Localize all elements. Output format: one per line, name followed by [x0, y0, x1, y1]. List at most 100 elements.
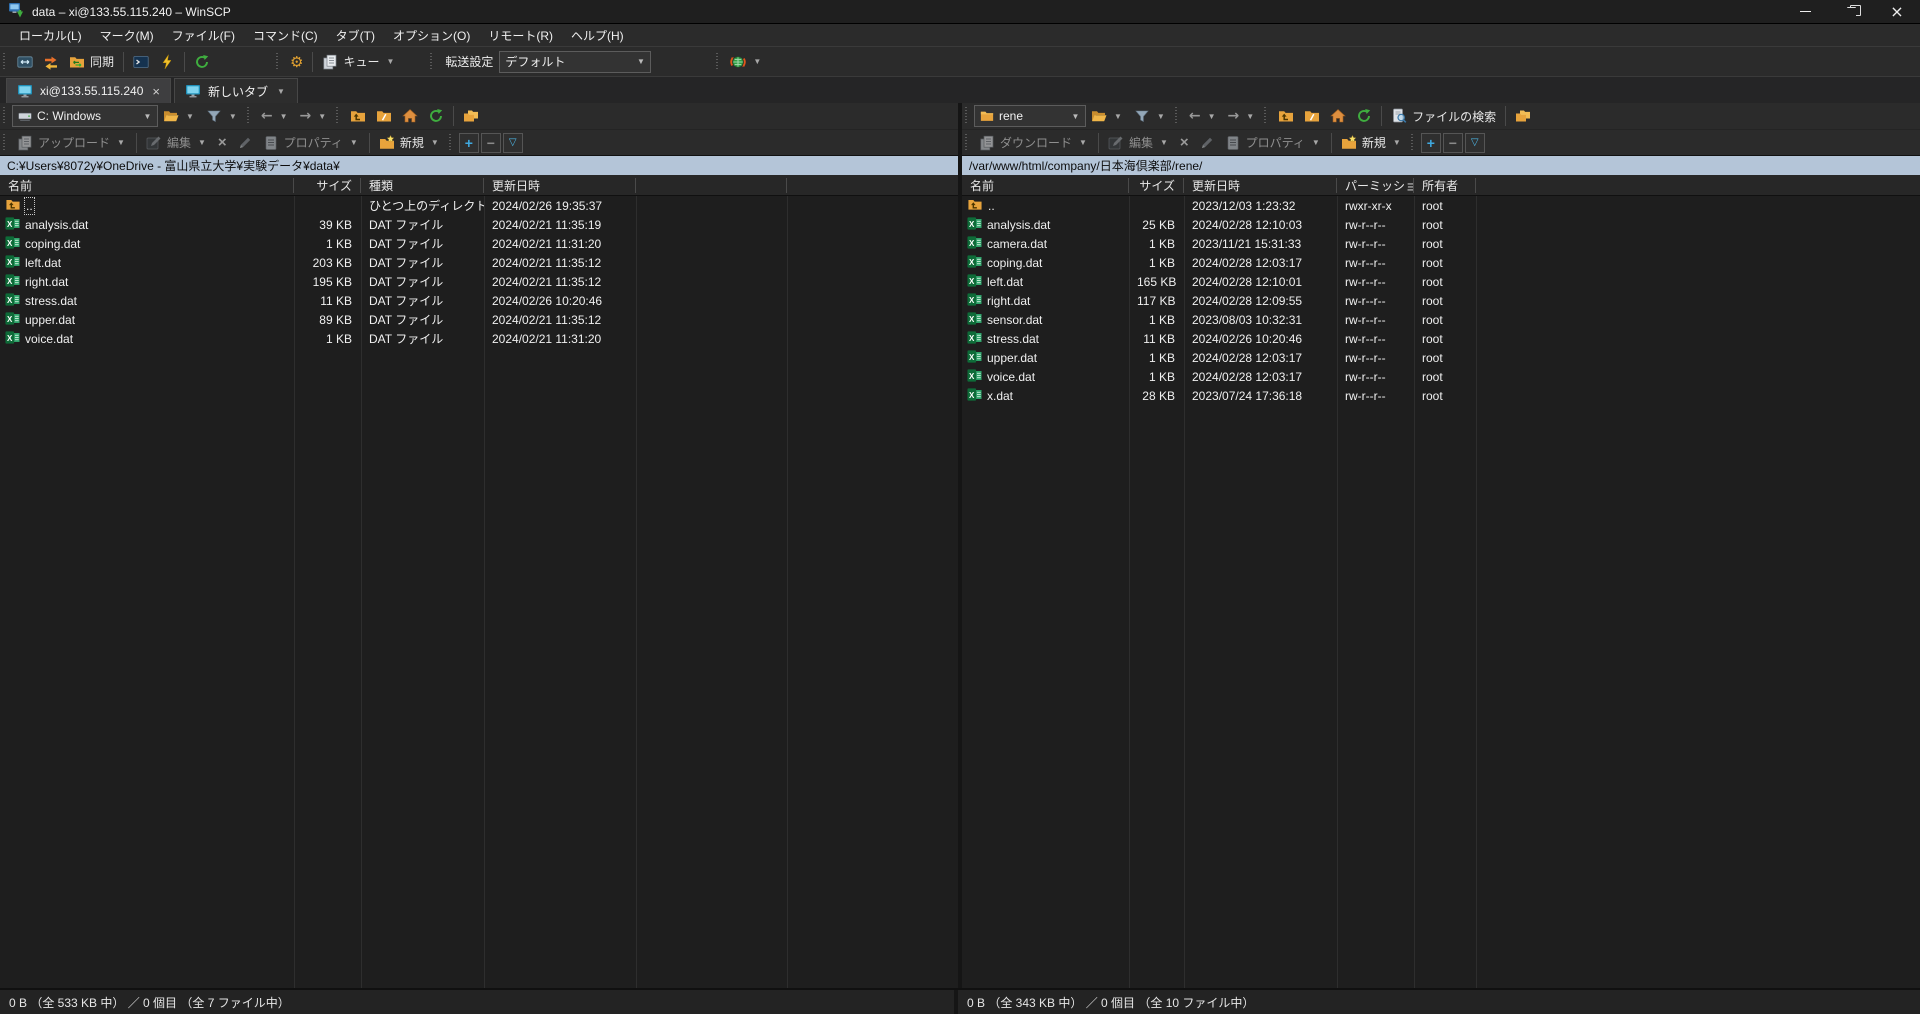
find-files-button[interactable]: ファイルの検索	[1386, 104, 1501, 128]
table-row[interactable]: .. 2023/12/03 1:23:32 rwxr-xr-x root	[962, 196, 1920, 215]
back-button[interactable]: ←▼	[1184, 104, 1223, 128]
table-row[interactable]: x.dat 28 KB 2023/07/24 17:36:18 rw-r--r-…	[962, 386, 1920, 405]
edit-button[interactable]: 編集 ▼	[1103, 131, 1175, 155]
download-button[interactable]: ダウンロード ▼	[974, 131, 1094, 155]
table-row[interactable]: voice.dat 1 KB 2024/02/28 12:03:17 rw-r-…	[962, 367, 1920, 386]
column-header-owner[interactable]: 所有者	[1414, 178, 1476, 193]
copy-path-button[interactable]	[458, 104, 484, 128]
selection-filter-button[interactable]: ▽	[503, 133, 523, 153]
filter-button[interactable]: ▼	[1129, 104, 1172, 128]
open-terminal-button[interactable]	[128, 50, 154, 74]
table-row[interactable]: camera.dat 1 KB 2023/11/21 15:31:33 rw-r…	[962, 234, 1920, 253]
session-tab[interactable]: xi@133.55.115.240 ×	[6, 78, 171, 103]
local-path-bar[interactable]: C:¥Users¥8072y¥OneDrive - 富山県立大学¥実験データ¥d…	[0, 155, 958, 175]
tab-close-icon[interactable]: ×	[150, 84, 160, 99]
swap-panels-button[interactable]	[12, 50, 38, 74]
properties-button[interactable]: プロパティ ▼	[1220, 131, 1327, 155]
filter-button[interactable]: ▼	[201, 104, 244, 128]
table-row[interactable]: analysis.dat 39 KB DAT ファイル 2024/02/21 1…	[0, 215, 958, 234]
table-row[interactable]: sensor.dat 1 KB 2023/08/03 10:32:31 rw-r…	[962, 310, 1920, 329]
root-directory-button[interactable]	[1299, 104, 1325, 128]
table-row[interactable]: upper.dat 1 KB 2024/02/28 12:03:17 rw-r-…	[962, 348, 1920, 367]
column-header-modified[interactable]: 更新日時	[484, 178, 636, 193]
root-directory-button[interactable]	[371, 104, 397, 128]
column-header-name[interactable]: 名前^	[0, 178, 294, 193]
home-directory-button[interactable]	[1325, 104, 1351, 128]
table-row[interactable]: coping.dat 1 KB 2024/02/28 12:03:17 rw-r…	[962, 253, 1920, 272]
open-directory-button[interactable]: ▼	[1086, 104, 1129, 128]
properties-button[interactable]: プロパティ ▼	[258, 131, 365, 155]
menu-item[interactable]: コマンド(C)	[244, 24, 327, 46]
column-header-permissions[interactable]: パーミッション	[1337, 178, 1414, 193]
menu-item[interactable]: オプション(O)	[384, 24, 479, 46]
command-button[interactable]	[154, 50, 180, 74]
queue-button[interactable]: キュー ▼	[317, 50, 401, 74]
toolbar-grip[interactable]	[715, 53, 722, 71]
back-button[interactable]: ←▼	[256, 104, 295, 128]
forward-button[interactable]: →▼	[295, 104, 334, 128]
table-row[interactable]: stress.dat 11 KB DAT ファイル 2024/02/26 10:…	[0, 291, 958, 310]
toolbar-grip[interactable]	[275, 53, 282, 71]
new-button[interactable]: 新規 ▼	[1336, 131, 1408, 155]
table-row[interactable]: right.dat 117 KB 2024/02/28 12:09:55 rw-…	[962, 291, 1920, 310]
table-row[interactable]: analysis.dat 25 KB 2024/02/28 12:10:03 r…	[962, 215, 1920, 234]
close-button[interactable]: ×	[1874, 0, 1920, 23]
transfer-preset-combo[interactable]: デフォルト ▼	[499, 51, 651, 73]
session-color-button[interactable]: ▼	[725, 50, 768, 74]
toolbar-grip[interactable]	[2, 53, 9, 71]
minimize-button[interactable]	[1782, 0, 1828, 23]
restore-button[interactable]	[1828, 0, 1874, 23]
table-row[interactable]: left.dat 165 KB 2024/02/28 12:10:01 rw-r…	[962, 272, 1920, 291]
table-row[interactable]: left.dat 203 KB DAT ファイル 2024/02/21 11:3…	[0, 253, 958, 272]
rename-button[interactable]	[232, 131, 258, 155]
forward-button[interactable]: →▼	[1223, 104, 1262, 128]
preferences-button[interactable]: ⚙	[285, 50, 308, 74]
refresh-session-button[interactable]	[189, 50, 215, 74]
delete-button[interactable]: ×	[213, 131, 232, 155]
column-header-modified[interactable]: 更新日時	[1184, 178, 1337, 193]
menu-item[interactable]: ファイル(F)	[163, 24, 244, 46]
select-files-button[interactable]: +	[459, 133, 479, 153]
remote-panel: rene ▼ ▼ ▼ ←▼ →▼ ファイルの検索	[958, 103, 1920, 988]
menu-item[interactable]: リモート(R)	[479, 24, 562, 46]
unselect-files-button[interactable]: −	[481, 133, 501, 153]
open-directory-button[interactable]: ▼	[158, 104, 201, 128]
selection-filter-button[interactable]: ▽	[1465, 133, 1485, 153]
remote-directory-combo[interactable]: rene ▼	[974, 105, 1086, 127]
refresh-button[interactable]	[423, 104, 449, 128]
select-files-button[interactable]: +	[1421, 133, 1441, 153]
table-row[interactable]: right.dat 195 KB DAT ファイル 2024/02/21 11:…	[0, 272, 958, 291]
table-row[interactable]: coping.dat 1 KB DAT ファイル 2024/02/21 11:3…	[0, 234, 958, 253]
table-row[interactable]: voice.dat 1 KB DAT ファイル 2024/02/21 11:31…	[0, 329, 958, 348]
table-row[interactable]: stress.dat 11 KB 2024/02/26 10:20:46 rw-…	[962, 329, 1920, 348]
upload-button[interactable]: アップロード ▼	[12, 131, 132, 155]
column-header-type[interactable]: 種類	[361, 178, 484, 193]
remote-path-bar[interactable]: /var/www/html/company/日本海倶楽部/rene/	[962, 155, 1920, 175]
home-directory-button[interactable]	[397, 104, 423, 128]
column-header-name[interactable]: 名前^	[962, 178, 1129, 193]
copy-path-button[interactable]	[1510, 104, 1536, 128]
column-header-size[interactable]: サイズ	[1129, 178, 1184, 193]
rename-button[interactable]	[1194, 131, 1220, 155]
column-header-size[interactable]: サイズ	[294, 178, 361, 193]
synchronize-button[interactable]: 同期	[64, 50, 119, 74]
new-tab-button[interactable]: 新しいタブ ▼	[174, 78, 298, 103]
column-header-empty[interactable]	[636, 178, 787, 193]
refresh-button[interactable]	[1351, 104, 1377, 128]
menu-item[interactable]: マーク(M)	[91, 24, 163, 46]
menu-item[interactable]: タブ(T)	[327, 24, 384, 46]
table-row[interactable]: upper.dat 89 KB DAT ファイル 2024/02/21 11:3…	[0, 310, 958, 329]
new-button[interactable]: 新規 ▼	[374, 131, 446, 155]
toolbar-grip[interactable]	[429, 53, 436, 71]
local-drive-combo[interactable]: C: Windows ▼	[12, 105, 158, 127]
menu-item[interactable]: ローカル(L)	[10, 24, 91, 46]
menu-item[interactable]: ヘルプ(H)	[562, 24, 633, 46]
table-row[interactable]: .. ひとつ上のディレクトリ 2024/02/26 19:35:37	[0, 196, 958, 215]
delete-button[interactable]: ×	[1175, 131, 1194, 155]
parent-directory-button[interactable]	[345, 104, 371, 128]
transfer-mode-button[interactable]	[38, 50, 64, 74]
unselect-files-button[interactable]: −	[1443, 133, 1463, 153]
file-name: coping.dat	[987, 256, 1042, 270]
edit-button[interactable]: 編集 ▼	[141, 131, 213, 155]
parent-directory-button[interactable]	[1273, 104, 1299, 128]
